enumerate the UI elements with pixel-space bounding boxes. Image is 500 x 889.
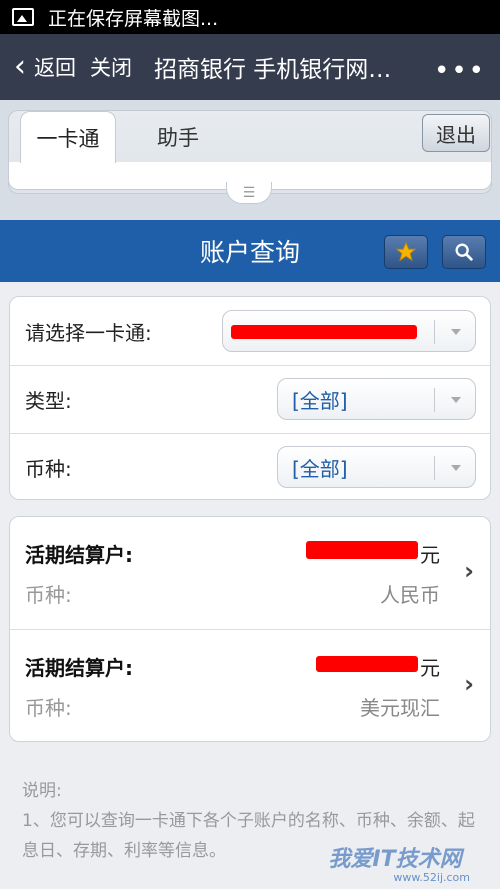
list-item[interactable]: 活期结算户: 元 币种: 人民币 › [10,517,490,630]
drag-handle-icon[interactable]: ☰ [226,182,272,204]
account-list: 活期结算户: 元 币种: 人民币 › 活期结算户: 元 币种: 美元现汇 › [9,516,491,742]
currency-value: [全部] [292,456,348,481]
account-title: 活期结算户: [25,543,133,567]
card-label: 请选择一卡通: [25,320,152,345]
search-icon [455,243,473,261]
section-title: 账户查询 [199,238,300,267]
chevron-right-icon: › [464,670,474,698]
search-button[interactable] [442,235,486,269]
title-bar: ‹ 返回 关闭 招商银行 手机银行网… ••• [0,34,500,100]
back-label: 返回 [34,56,76,80]
close-button[interactable]: 关闭 [90,52,132,82]
logout-button[interactable]: 退出 [422,114,490,152]
chevron-left-icon: ‹ [14,49,26,84]
type-select[interactable]: [全部] [277,378,476,420]
image-icon [12,8,34,26]
watermark-text: 我爱IT技术网 [328,847,462,872]
chevron-down-icon [451,329,461,335]
account-title: 活期结算户: [25,656,133,680]
amount-unit: 元 [420,543,440,567]
currency-value: 人民币 [380,583,440,607]
currency-label: 币种: [25,456,72,481]
redacted-card-number [231,325,417,339]
amount-unit: 元 [420,656,440,680]
watermark-url: www.52ij.com [393,871,470,884]
type-value: [全部] [292,388,348,413]
status-bar: 正在保存屏幕截图... [0,0,500,34]
currency-label: 币种: [25,583,72,607]
currency-value: 美元现汇 [360,696,440,720]
chevron-right-icon: › [464,557,474,585]
currency-label: 币种: [25,696,72,720]
redacted-amount [306,541,418,559]
chevron-down-icon [451,397,461,403]
more-icon[interactable]: ••• [434,56,486,86]
favorite-button[interactable] [384,235,428,269]
list-item[interactable]: 活期结算户: 元 币种: 美元现汇 › [10,630,490,743]
tab-yikatong[interactable]: 一卡通 [20,111,116,163]
back-button[interactable]: ‹ 返回 [14,52,76,82]
status-text: 正在保存屏幕截图... [48,7,219,30]
page-title: 招商银行 手机银行网… [154,57,392,83]
filter-card: 请选择一卡通: 类型: [全部] 币种: [全部] [9,296,491,500]
card-select[interactable] [222,310,476,352]
watermark-logo: 我爱IT技术网 www.52ij.com [300,832,490,884]
card-select-row: 请选择一卡通: [10,297,490,365]
star-icon [395,241,417,262]
currency-select-row: 币种: [全部] [10,433,490,501]
tab-assistant[interactable]: 助手 [130,111,226,163]
notes-heading: 说明: [22,781,62,801]
redacted-amount [316,656,418,672]
chevron-down-icon [451,465,461,471]
type-select-row: 类型: [全部] [10,365,490,433]
currency-select[interactable]: [全部] [277,446,476,488]
type-label: 类型: [25,388,72,413]
